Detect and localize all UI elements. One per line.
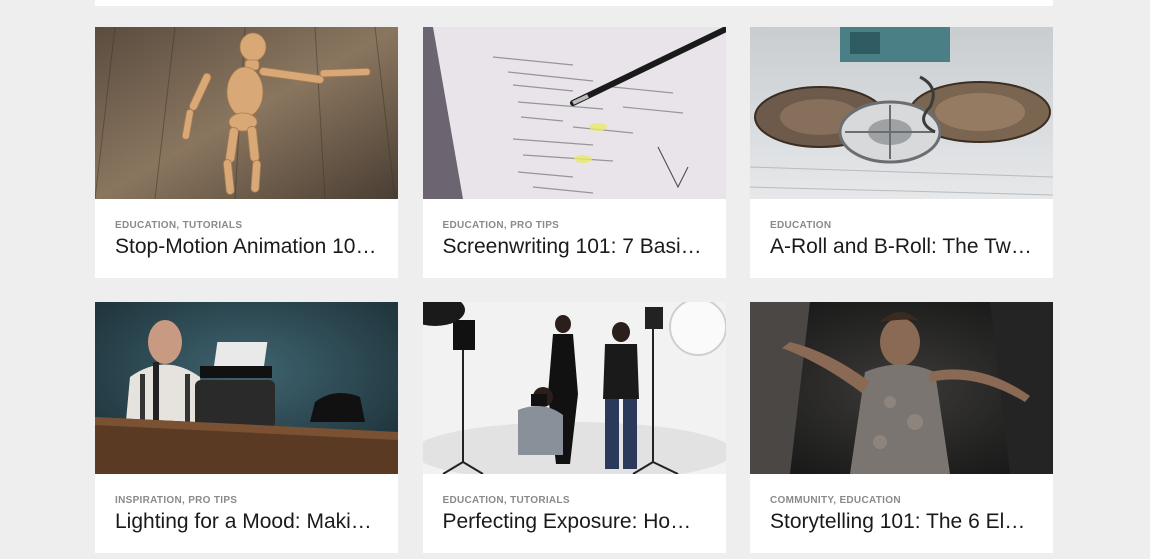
article-card[interactable]: EDUCATION, PRO TIPS Screenwriting 101: 7… — [422, 27, 726, 278]
article-title[interactable]: Screenwriting 101: 7 Basic Steps to Writ… — [443, 235, 706, 259]
category-link[interactable]: INSPIRATION — [115, 495, 182, 506]
article-thumbnail-man-wall[interactable] — [750, 302, 1053, 474]
category-link[interactable]: EDUCATION — [115, 220, 176, 231]
previous-card-bottom-strip — [95, 0, 1053, 6]
article-card[interactable]: EDUCATION, TUTORIALS Stop-Motion Animati… — [95, 27, 398, 278]
article-title[interactable]: Perfecting Exposure: How and When to Adj… — [443, 510, 706, 534]
category-link[interactable]: TUTORIALS — [510, 495, 570, 506]
article-categories: EDUCATION, TUTORIALS — [115, 220, 243, 231]
article-title[interactable]: Lighting for a Mood: Making the Most of … — [115, 510, 378, 534]
article-thumbnail-film-reels[interactable] — [750, 27, 1053, 199]
article-card[interactable]: INSPIRATION, PRO TIPS Lighting for a Moo… — [95, 302, 398, 553]
article-thumbnail-typewriter[interactable] — [95, 302, 398, 474]
category-link[interactable]: EDUCATION — [443, 495, 504, 506]
article-thumbnail-script[interactable] — [422, 27, 726, 199]
article-categories: INSPIRATION, PRO TIPS — [115, 495, 238, 506]
article-thumbnail-studio[interactable] — [422, 302, 726, 474]
article-thumbnail-mannequin[interactable] — [95, 27, 398, 199]
article-card[interactable]: COMMUNITY, EDUCATION Storytelling 101: T… — [750, 302, 1053, 553]
category-link[interactable]: PRO TIPS — [188, 495, 237, 506]
category-link[interactable]: EDUCATION — [839, 495, 900, 506]
article-grid: EDUCATION, TUTORIALS Stop-Motion Animati… — [95, 27, 1053, 553]
article-title[interactable]: A-Roll and B-Roll: The Two Types of Foot… — [770, 235, 1033, 259]
category-link[interactable]: TUTORIALS — [183, 220, 243, 231]
article-title[interactable]: Storytelling 101: The 6 Elements of Ever… — [770, 510, 1033, 534]
article-card[interactable]: EDUCATION A-Roll and B-Roll: The Two Typ… — [750, 27, 1053, 278]
article-categories: EDUCATION, PRO TIPS — [442, 220, 560, 231]
article-title[interactable]: Stop-Motion Animation 101: A Beginner's … — [115, 235, 378, 259]
category-link[interactable]: COMMUNITY — [770, 495, 833, 506]
category-link[interactable]: EDUCATION — [770, 220, 831, 231]
article-categories: COMMUNITY, EDUCATION — [770, 495, 901, 506]
category-link[interactable]: EDUCATION — [443, 220, 504, 231]
article-categories: EDUCATION, TUTORIALS — [442, 495, 570, 506]
article-card[interactable]: EDUCATION, TUTORIALS Perfecting Exposure… — [422, 302, 726, 553]
category-link[interactable]: PRO TIPS — [510, 220, 559, 231]
article-categories: EDUCATION — [770, 219, 1033, 232]
